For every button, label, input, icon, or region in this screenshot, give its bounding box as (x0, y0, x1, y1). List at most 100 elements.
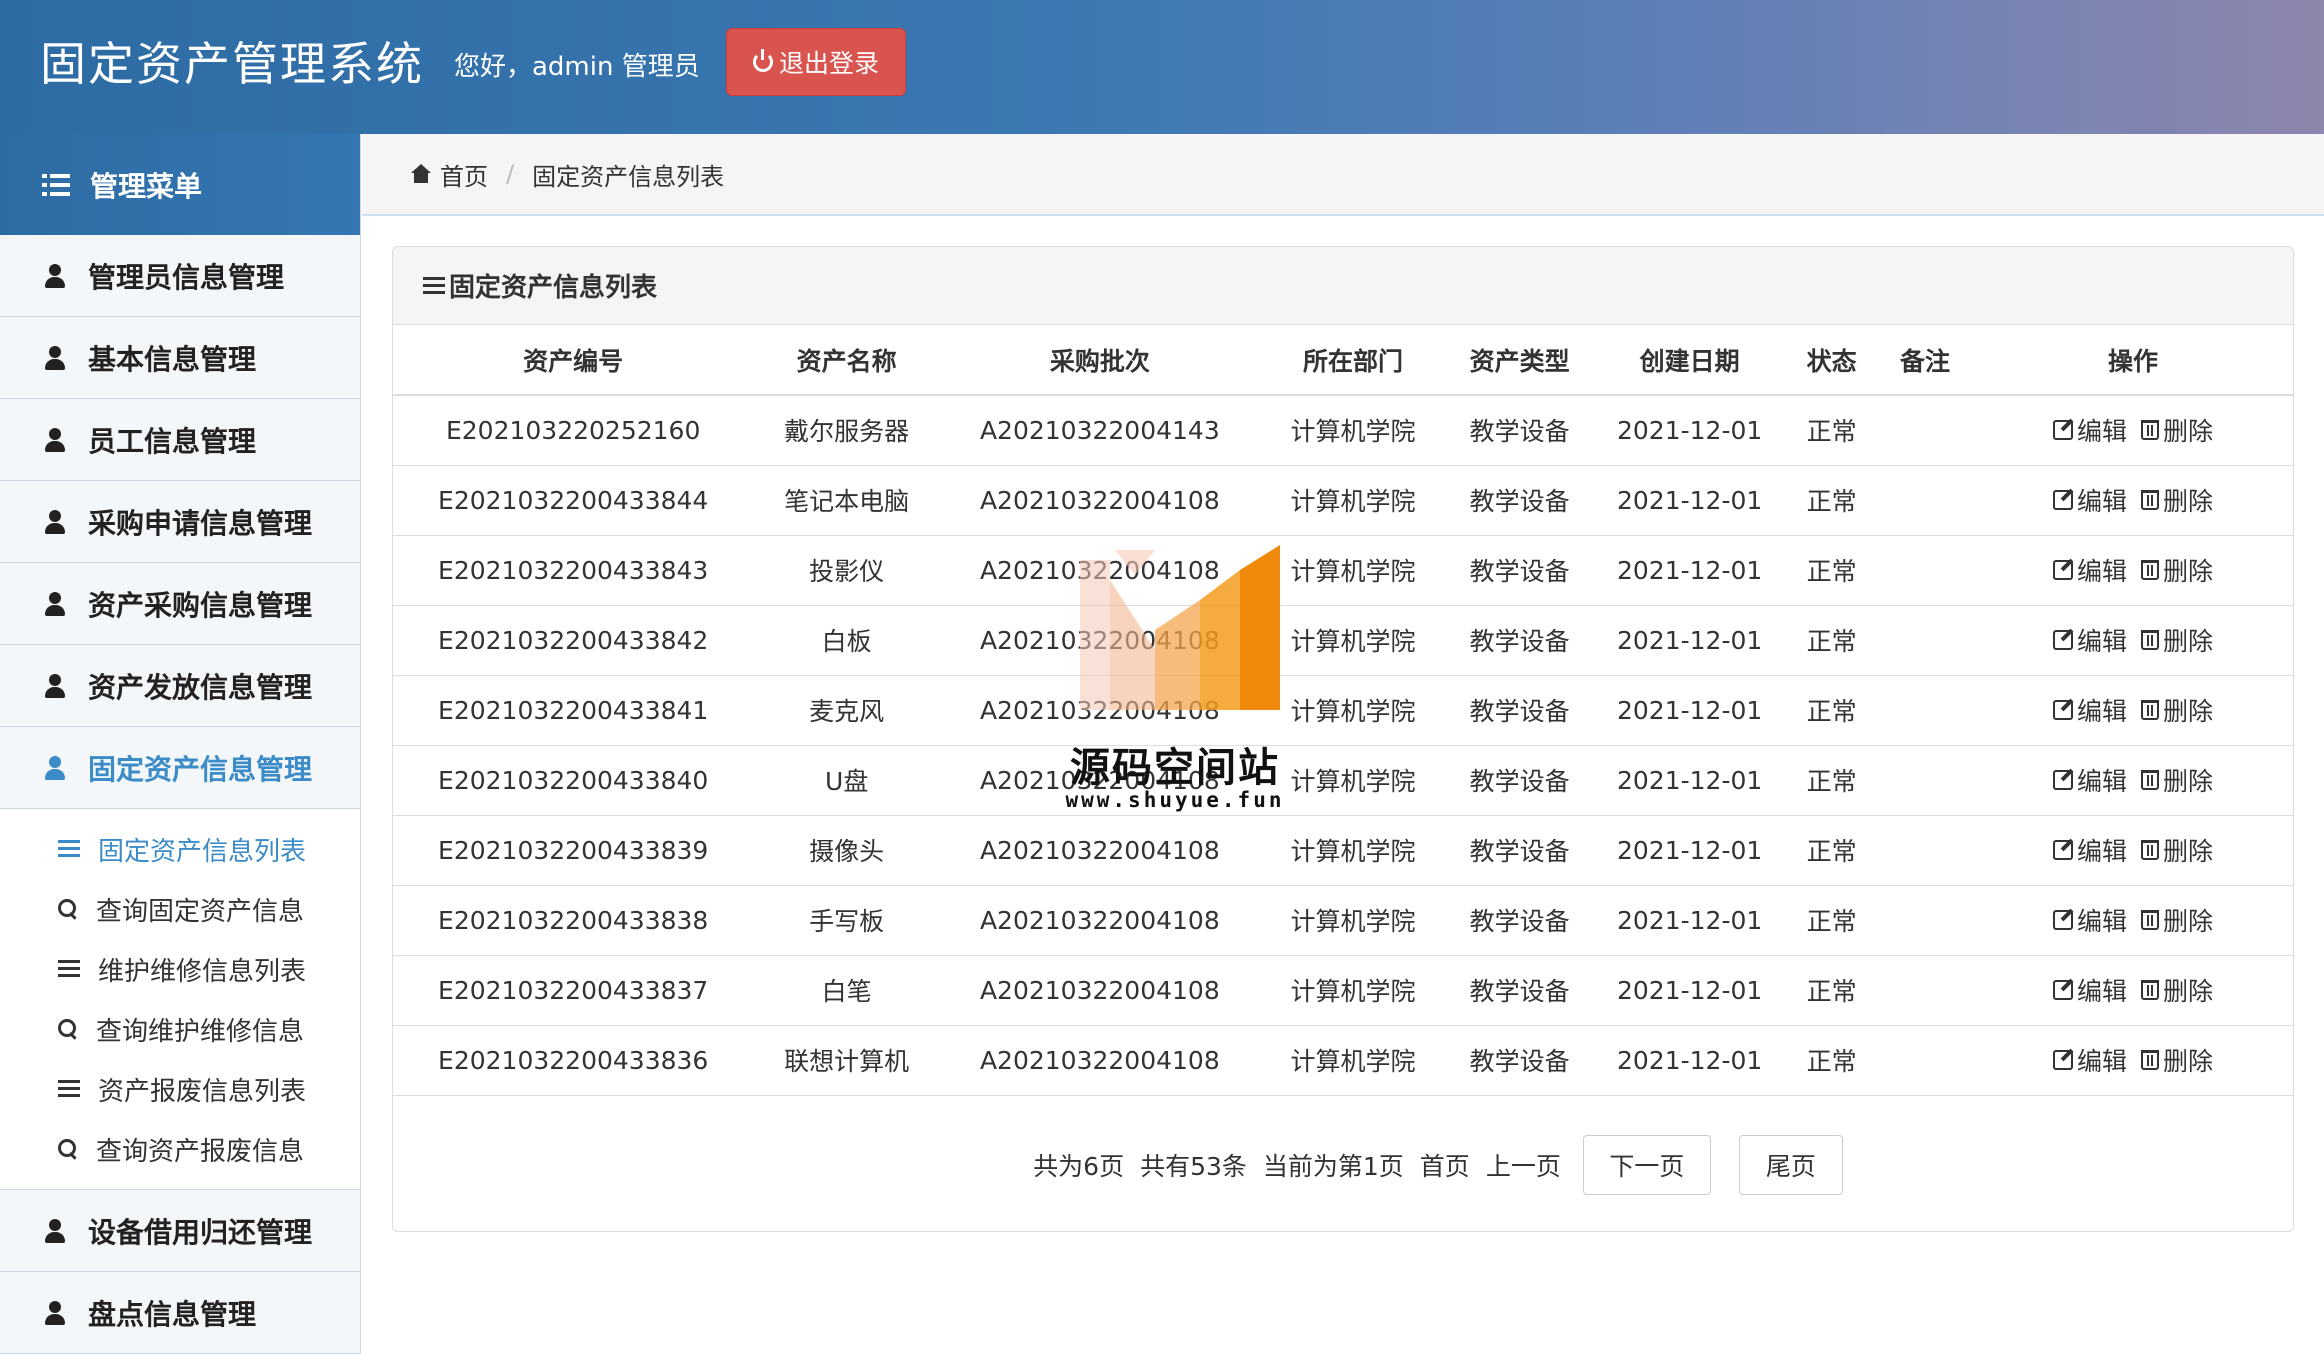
delete-label: 删除 (2162, 907, 2213, 936)
cell-type: 教学设备 (1446, 605, 1593, 676)
sidebar-item-label: 资产发放信息管理 (88, 670, 313, 704)
delete-button[interactable]: 删除 (2140, 692, 2213, 728)
edit-button[interactable]: 编辑 (2052, 622, 2127, 658)
edit-label: 编辑 (2076, 1047, 2127, 1076)
delete-label: 删除 (2162, 767, 2213, 796)
edit-button[interactable]: 编辑 (2052, 692, 2127, 728)
cell-asset-no: E2021032200433838 (393, 885, 754, 956)
col-header-actions: 操作 (1972, 325, 2293, 396)
submenu-item-maintenance-search[interactable]: 查询维护维修信息 (0, 999, 360, 1059)
cell-remark (1876, 745, 1973, 816)
user-greeting: 您好，admin 管理员 (454, 52, 700, 82)
edit-label: 编辑 (2076, 557, 2127, 586)
sidebar: 管理菜单 管理员信息管理 基本信息管理 员工信息管理 采购申请信息管理 资产采购… (0, 134, 361, 1354)
edit-button[interactable]: 编辑 (2052, 902, 2127, 938)
cell-actions: 编辑 删除 (1972, 605, 2293, 676)
cell-status: 正常 (1786, 395, 1877, 466)
panel-header: 固定资产信息列表 (393, 247, 2293, 325)
delete-button[interactable]: 删除 (2140, 972, 2213, 1008)
edit-icon (2052, 700, 2073, 720)
sidebar-item-label: 设备借用归还管理 (88, 1215, 313, 1249)
pager-prev[interactable]: 上一页 (1486, 1147, 1561, 1183)
delete-button[interactable]: 删除 (2140, 762, 2213, 798)
cell-department: 计算机学院 (1259, 885, 1447, 956)
delete-label: 删除 (2162, 417, 2213, 447)
list-icon (42, 173, 70, 196)
sidebar-item-asset-purchase[interactable]: 资产采购信息管理 (0, 563, 360, 645)
cell-asset-no: E2021032200433839 (393, 815, 754, 886)
sidebar-item-fixed-asset[interactable]: 固定资产信息管理 (0, 727, 360, 809)
pager-first[interactable]: 首页 (1420, 1147, 1470, 1183)
last-page-button[interactable]: 尾页 (1738, 1135, 1843, 1195)
next-page-button[interactable]: 下一页 (1582, 1135, 1711, 1195)
cell-remark (1876, 955, 1973, 1026)
delete-button[interactable]: 删除 (2140, 832, 2213, 868)
edit-button[interactable]: 编辑 (2052, 1042, 2127, 1078)
cell-department: 计算机学院 (1259, 955, 1447, 1026)
cell-asset-name: 联想计算机 (753, 1025, 940, 1096)
delete-button[interactable]: 删除 (2140, 412, 2213, 448)
cell-asset-name: 笔记本电脑 (753, 465, 940, 536)
sidebar-item-asset-distribution[interactable]: 资产发放信息管理 (0, 645, 360, 727)
row-actions: 编辑 删除 (1973, 482, 2293, 518)
user-icon (44, 591, 66, 616)
table-row: E2021032200433841麦克风A20210322004108计算机学院… (393, 675, 2293, 746)
cell-asset-no: E2021032200433842 (393, 605, 754, 676)
edit-label: 编辑 (2076, 907, 2127, 936)
delete-button[interactable]: 删除 (2140, 1042, 2213, 1078)
pagination: 共为6页 共有53条 当前为第1页 首页 上一页 下一页 尾页 (393, 1135, 2293, 1195)
row-actions: 编辑 删除 (1973, 1042, 2293, 1078)
delete-button[interactable]: 删除 (2140, 552, 2213, 588)
cell-asset-name: 投影仪 (753, 535, 940, 606)
table-row: E202103220252160 戴尔服务器 A20210322004143 计算机学… (393, 395, 2293, 466)
user-icon (44, 755, 66, 780)
cell-type: 教学设备 (1446, 395, 1593, 466)
pager-total-records: 共有53条 (1140, 1152, 1247, 1181)
sidebar-item-employee[interactable]: 员工信息管理 (0, 399, 360, 481)
bars-icon (423, 276, 445, 295)
edit-label: 编辑 (2076, 977, 2127, 1006)
submenu-item-asset-list[interactable]: 固定资产信息列表 (0, 819, 360, 879)
submenu-item-asset-search[interactable]: 查询固定资产信息 (0, 879, 360, 939)
table-row: E2021032200433843投影仪A20210322004108计算机学院… (393, 535, 2293, 606)
sidebar-item-purchase-request[interactable]: 采购申请信息管理 (0, 481, 360, 563)
delete-button[interactable]: 删除 (2140, 482, 2213, 518)
submenu-item-label: 查询资产报废信息 (96, 1136, 305, 1167)
logout-button[interactable]: 退出登录 (726, 28, 906, 96)
cell-actions: 编辑 删除 (1972, 675, 2293, 746)
cell-status: 正常 (1786, 675, 1877, 746)
submenu-item-scrap-search[interactable]: 查询资产报废信息 (0, 1119, 360, 1179)
breadcrumb-separator: / (506, 160, 515, 188)
delete-button[interactable]: 删除 (2140, 622, 2213, 658)
edit-button[interactable]: 编辑 (2052, 412, 2127, 448)
breadcrumb-home[interactable]: 首页 (440, 157, 488, 192)
edit-button[interactable]: 编辑 (2052, 552, 2127, 588)
edit-button[interactable]: 编辑 (2052, 762, 2127, 798)
delete-label: 删除 (2162, 837, 2213, 866)
search-icon (58, 1019, 78, 1039)
cell-date: 2021-12-01 (1593, 535, 1787, 606)
cell-date: 2021-12-01 (1593, 465, 1787, 536)
cell-asset-name: 白板 (753, 605, 940, 676)
delete-label: 删除 (2162, 977, 2213, 1006)
submenu-item-scrap-list[interactable]: 资产报废信息列表 (0, 1059, 360, 1119)
col-header-remark: 备注 (1876, 325, 1973, 396)
delete-button[interactable]: 删除 (2140, 902, 2213, 938)
table-row: E2021032200433844 笔记本电脑 A20210322004108 计算机… (393, 465, 2293, 536)
app-title: 固定资产管理系统 (40, 37, 424, 91)
edit-button[interactable]: 编辑 (2052, 832, 2127, 868)
sidebar-item-inventory[interactable]: 盘点信息管理 (0, 1272, 360, 1354)
table-header-row: 资产编号 资产名称 采购批次 所在部门 资产类型 创建日期 状态 备注 操作 (393, 325, 2293, 396)
submenu-item-maintenance-list[interactable]: 维护维修信息列表 (0, 939, 360, 999)
sidebar-item-basic-info[interactable]: 基本信息管理 (0, 317, 360, 399)
sidebar-item-equipment-borrow[interactable]: 设备借用归还管理 (0, 1190, 360, 1272)
edit-label: 编辑 (2076, 767, 2127, 796)
cell-date: 2021-12-01 (1593, 815, 1787, 886)
sidebar-header: 管理菜单 (0, 134, 360, 235)
sidebar-item-admin[interactable]: 管理员信息管理 (0, 235, 360, 317)
edit-button[interactable]: 编辑 (2052, 972, 2127, 1008)
pager-total-pages: 共为6页 (1033, 1152, 1125, 1181)
fixed-asset-submenu: 固定资产信息列表 查询固定资产信息 维护维修信息列表 查询维护维修信息 资产报废… (0, 809, 360, 1190)
edit-icon (2052, 1050, 2073, 1070)
edit-button[interactable]: 编辑 (2052, 482, 2127, 518)
